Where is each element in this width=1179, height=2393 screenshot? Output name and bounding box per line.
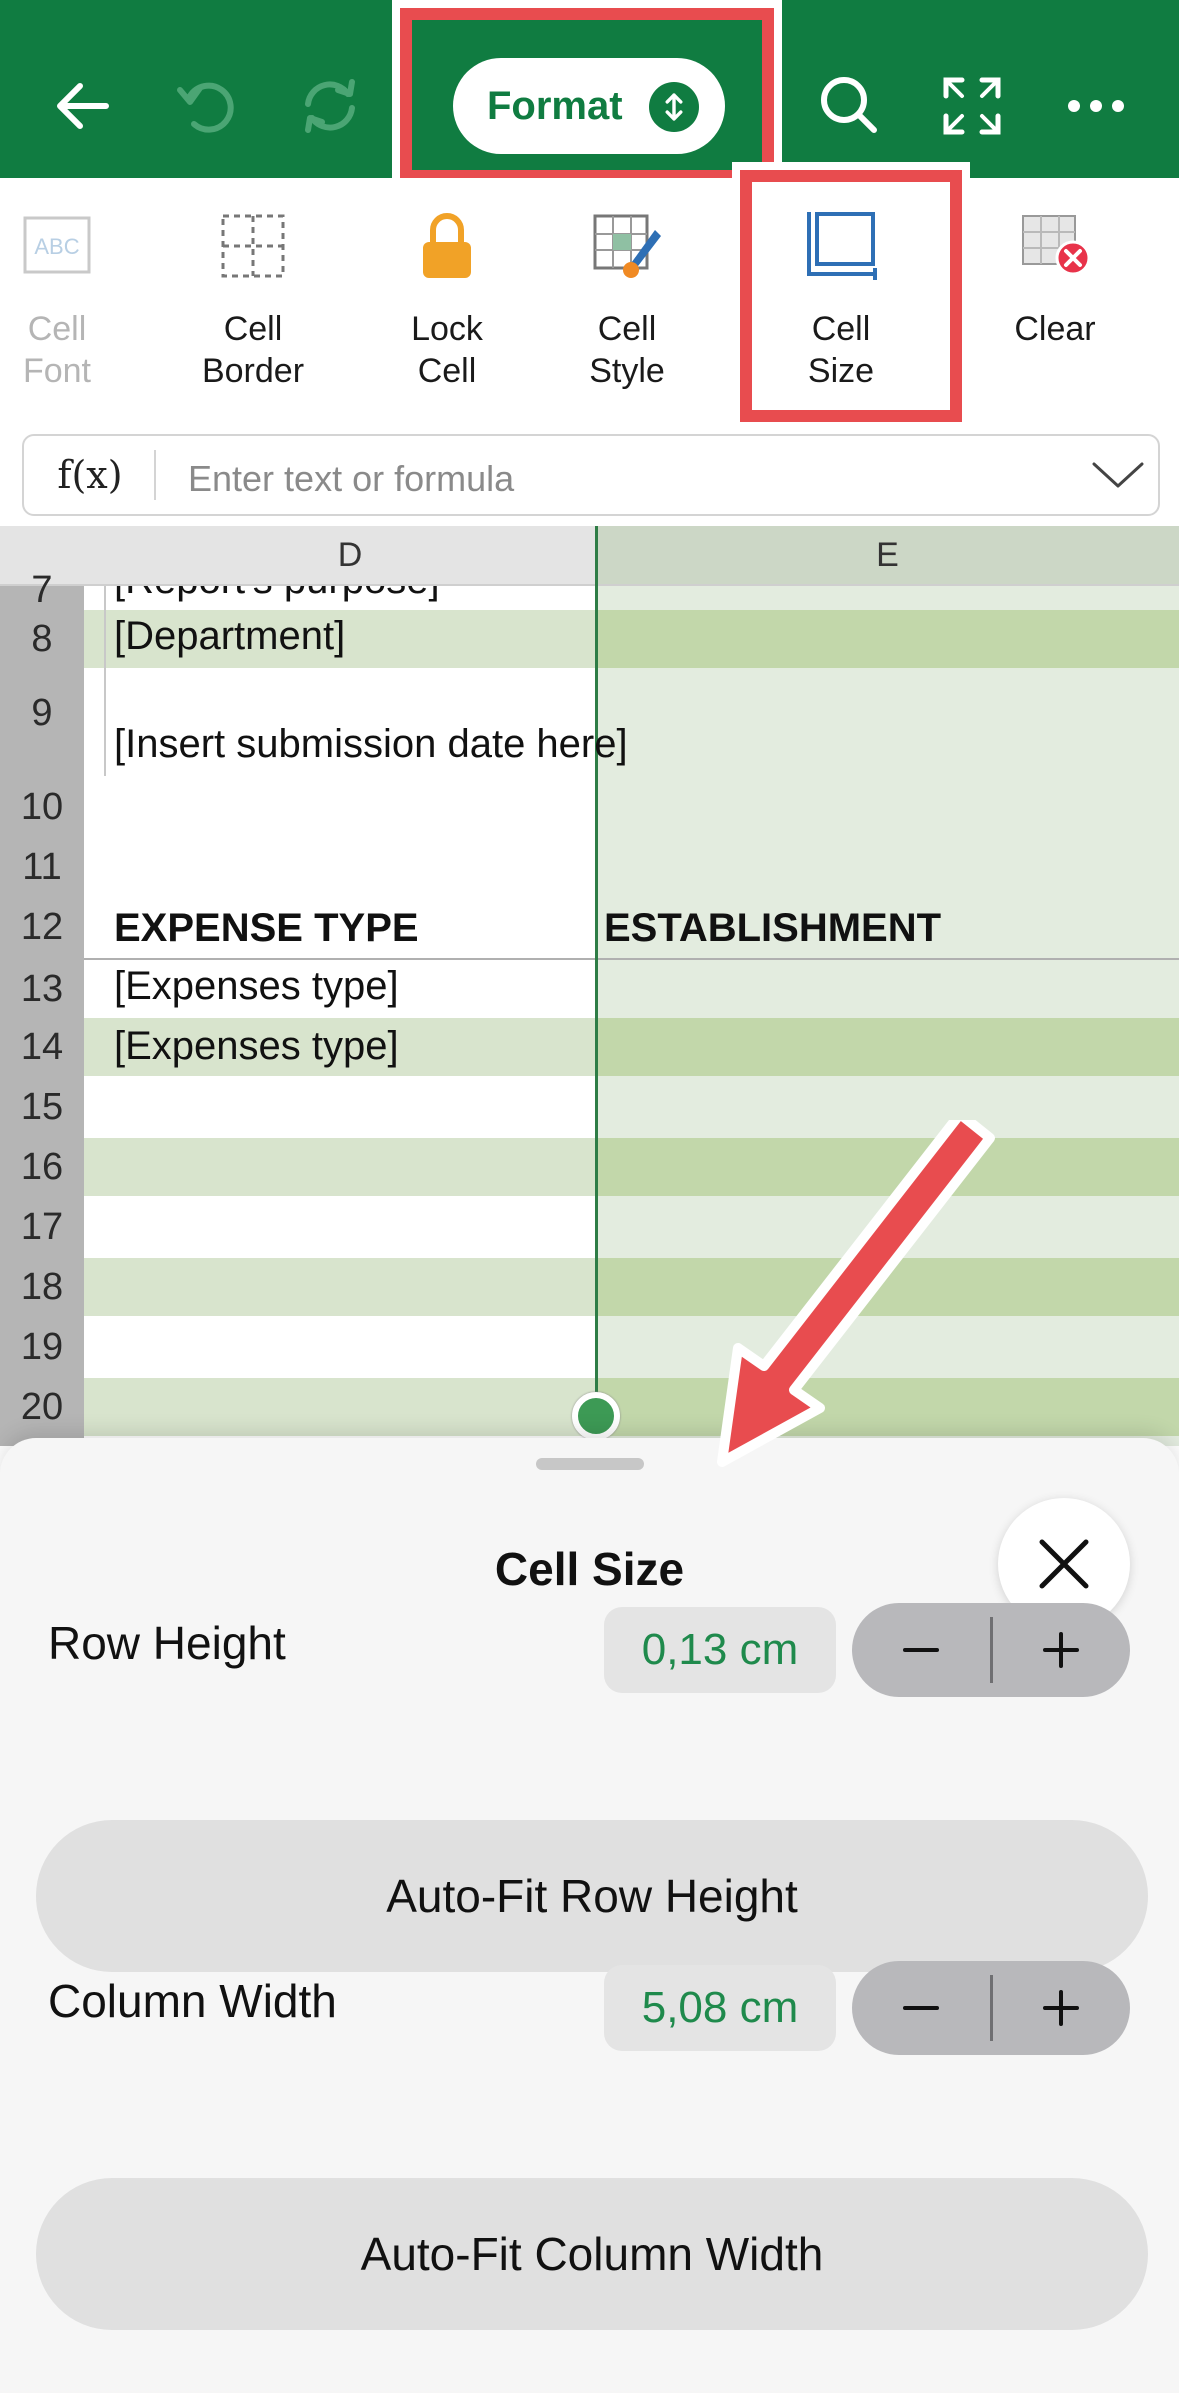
column-width-label: Column Width: [48, 1975, 337, 2027]
cell-border-label: Cell Border: [201, 310, 305, 390]
cell-style-label: Cell Style: [589, 310, 665, 390]
column-header-d[interactable]: D: [104, 526, 596, 586]
row-number[interactable]: 9: [0, 668, 84, 758]
row-number[interactable]: 16: [0, 1138, 84, 1196]
column-header-e[interactable]: E: [596, 526, 1179, 586]
cell-font-label: Cell Font: [22, 310, 92, 390]
cell-d14[interactable]: [Expenses type]: [114, 1024, 399, 1069]
back-button[interactable]: [36, 58, 132, 154]
more-icon: [1068, 100, 1124, 112]
cell-d12[interactable]: EXPENSE TYPE: [114, 906, 419, 951]
close-icon: [1039, 1539, 1089, 1589]
format-menu-button[interactable]: Format: [453, 58, 725, 154]
svg-text:ABC: ABC: [34, 234, 79, 259]
row-number[interactable]: 10: [0, 778, 84, 836]
row-number[interactable]: 20: [0, 1378, 84, 1436]
search-icon: [821, 77, 877, 133]
column-width-value[interactable]: 5,08 cm: [604, 1965, 836, 2051]
column-width-decrement-button[interactable]: [852, 1961, 990, 2055]
row-number[interactable]: 19: [0, 1318, 84, 1376]
minus-icon: [903, 2006, 939, 2010]
clear-icon: [1022, 215, 1091, 276]
column-width-increment-button[interactable]: [992, 1961, 1130, 2055]
row-height-decrement-button[interactable]: [852, 1603, 990, 1697]
cell-font-button[interactable]: ABC Cell Font: [0, 208, 142, 408]
cell-border-button[interactable]: Cell Border: [168, 208, 338, 408]
row-number[interactable]: 11: [0, 838, 84, 896]
format-label: Format: [487, 83, 623, 128]
up-down-arrows-icon: [649, 82, 699, 132]
lock-icon: [423, 213, 471, 278]
auto-fit-row-height-button[interactable]: Auto-Fit Row Height: [36, 1820, 1148, 1972]
chevron-down-icon[interactable]: [1090, 452, 1146, 498]
minus-icon: [903, 1648, 939, 1652]
sheet-grabber[interactable]: [536, 1458, 644, 1470]
column-width-stepper: [852, 1961, 1130, 2055]
row-height-label: Row Height: [48, 1617, 286, 1669]
cell-style-button[interactable]: Cell Style: [542, 208, 712, 408]
column-resize-handle[interactable]: [572, 1392, 620, 1440]
row-height-increment-button[interactable]: [992, 1603, 1130, 1697]
clear-button[interactable]: Clear: [970, 208, 1140, 408]
fullscreen-button[interactable]: [924, 58, 1020, 154]
cell-size-highlight-annotation: [740, 170, 962, 422]
clear-label: Clear: [1014, 310, 1096, 348]
row-number[interactable]: 12: [0, 898, 84, 956]
format-ribbon: ABC Cell Font Cell Border Lock Cell Cell…: [0, 178, 1179, 424]
cell-size-sheet: Cell Size Row Height 0,13 cm Auto-Fit Ro…: [0, 1438, 1179, 2393]
cell-d7[interactable]: [Report's purpose]: [114, 586, 440, 603]
more-button[interactable]: [1048, 58, 1144, 154]
row-number[interactable]: 14: [0, 1018, 84, 1076]
cell-d8[interactable]: [Department]: [114, 614, 345, 659]
redo-button[interactable]: [282, 58, 378, 154]
lock-cell-label: Lock Cell: [411, 310, 483, 390]
row-number[interactable]: 18: [0, 1258, 84, 1316]
auto-fit-column-width-button[interactable]: Auto-Fit Column Width: [36, 2178, 1148, 2330]
row-height-value[interactable]: 0,13 cm: [604, 1607, 836, 1693]
top-toolbar: Format: [0, 0, 1179, 182]
lock-cell-button[interactable]: Lock Cell: [362, 208, 532, 408]
row-number[interactable]: 15: [0, 1078, 84, 1136]
column-e-selection-border: [595, 526, 598, 1426]
cell-font-icon: ABC: [23, 216, 91, 274]
undo-icon: [177, 82, 234, 133]
undo-button[interactable]: [160, 58, 256, 154]
spreadsheet-grid[interactable]: D E 7 8 9 10 11 12 13 14 15 16 17 18 19 …: [0, 526, 1179, 1446]
fullscreen-icon: [943, 77, 1001, 135]
row-number[interactable]: 8: [0, 610, 84, 668]
cell-e12[interactable]: ESTABLISHMENT: [604, 906, 941, 951]
search-button[interactable]: [802, 58, 898, 154]
row-height-stepper: [852, 1603, 1130, 1697]
cell-style-icon: [593, 214, 661, 278]
plus-icon: [1043, 1990, 1079, 2026]
formula-bar[interactable]: f(x) Enter text or formula: [22, 434, 1160, 516]
row-number[interactable]: 7: [0, 570, 84, 610]
cell-border-icon: [221, 214, 285, 278]
row-number[interactable]: 13: [0, 960, 84, 1018]
fx-label: f(x): [57, 453, 123, 497]
arrow-left-icon: [57, 83, 109, 129]
formula-input[interactable]: Enter text or formula: [188, 458, 514, 500]
row-number[interactable]: 17: [0, 1198, 84, 1256]
cell-d13[interactable]: [Expenses type]: [114, 964, 399, 1009]
cell-d9[interactable]: [Insert submission date here]: [114, 722, 628, 767]
plus-icon: [1043, 1632, 1079, 1668]
redo-icon: [305, 79, 355, 133]
